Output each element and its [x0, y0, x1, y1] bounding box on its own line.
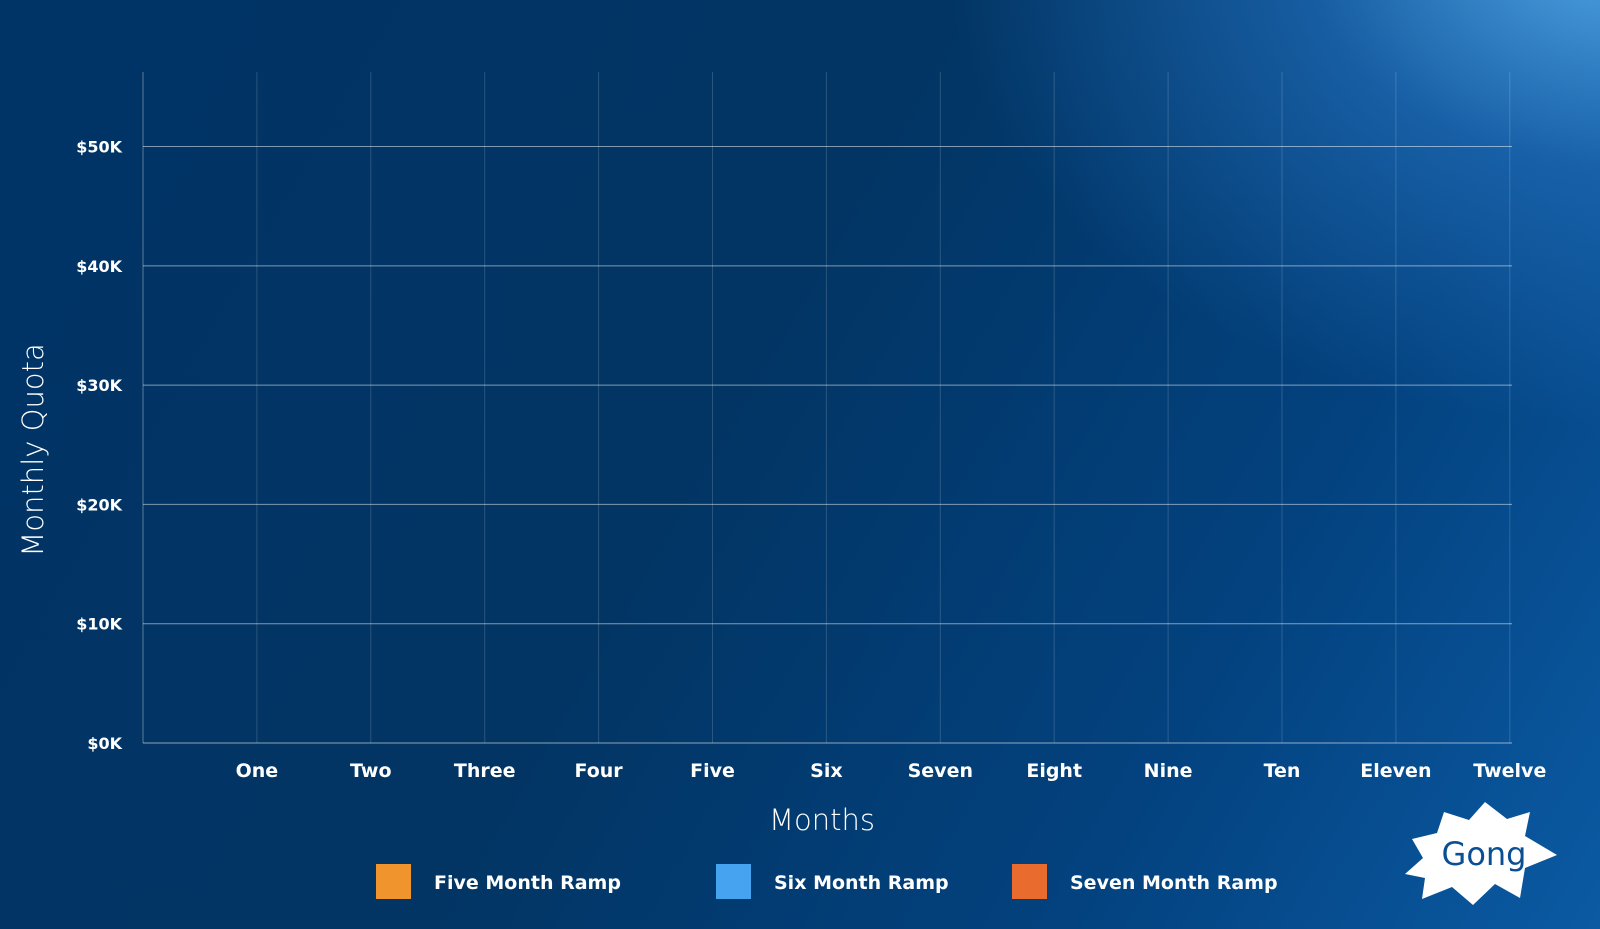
x-axis-title: Months — [769, 803, 875, 837]
legend-label: Six Month Ramp — [774, 872, 949, 894]
logo-text: Gong — [1442, 835, 1527, 873]
legend-swatch — [1012, 864, 1047, 899]
x-tick-label: Ten — [1264, 760, 1301, 782]
vertical-gridlines — [142, 72, 1511, 743]
legend-swatch — [376, 864, 411, 899]
y-tick-labels: $0K $10K $20K $30K $40K $50K — [76, 138, 122, 753]
x-tick-label: Three — [454, 760, 516, 782]
y-tick-label: $20K — [76, 495, 122, 514]
y-tick-label: $40K — [76, 257, 122, 276]
chart-canvas: $0K $10K $20K $30K $40K $50K One Two Three Four F… — [16, 72, 1557, 905]
y-axis-title: Monthly Quota — [16, 343, 50, 556]
x-tick-label: Seven — [908, 760, 973, 782]
x-tick-label: Six — [810, 760, 842, 782]
x-tick-label: Eight — [1026, 760, 1082, 782]
horizontal-gridlines — [143, 146, 1512, 744]
x-tick-label: Nine — [1144, 760, 1193, 782]
legend: Five Month Ramp Six Month Ramp Seven Month… — [376, 864, 1278, 899]
gong-logo: Gong — [1405, 802, 1557, 905]
legend-swatch — [716, 864, 751, 899]
y-tick-label: $0K — [87, 734, 122, 753]
x-tick-labels: One Two Three Four Five Six Seven Eight Nine Ten E… — [236, 760, 1547, 782]
y-tick-label: $30K — [76, 376, 122, 395]
y-tick-label: $50K — [76, 138, 122, 157]
x-tick-label: Twelve — [1473, 760, 1546, 782]
x-tick-label: Two — [350, 760, 391, 782]
legend-label: Seven Month Ramp — [1070, 872, 1278, 894]
y-tick-label: $10K — [76, 615, 122, 634]
x-tick-label: Four — [575, 760, 624, 782]
x-tick-label: Five — [690, 760, 735, 782]
x-tick-label: One — [236, 760, 279, 782]
x-tick-label: Eleven — [1360, 760, 1431, 782]
legend-label: Five Month Ramp — [434, 872, 621, 894]
